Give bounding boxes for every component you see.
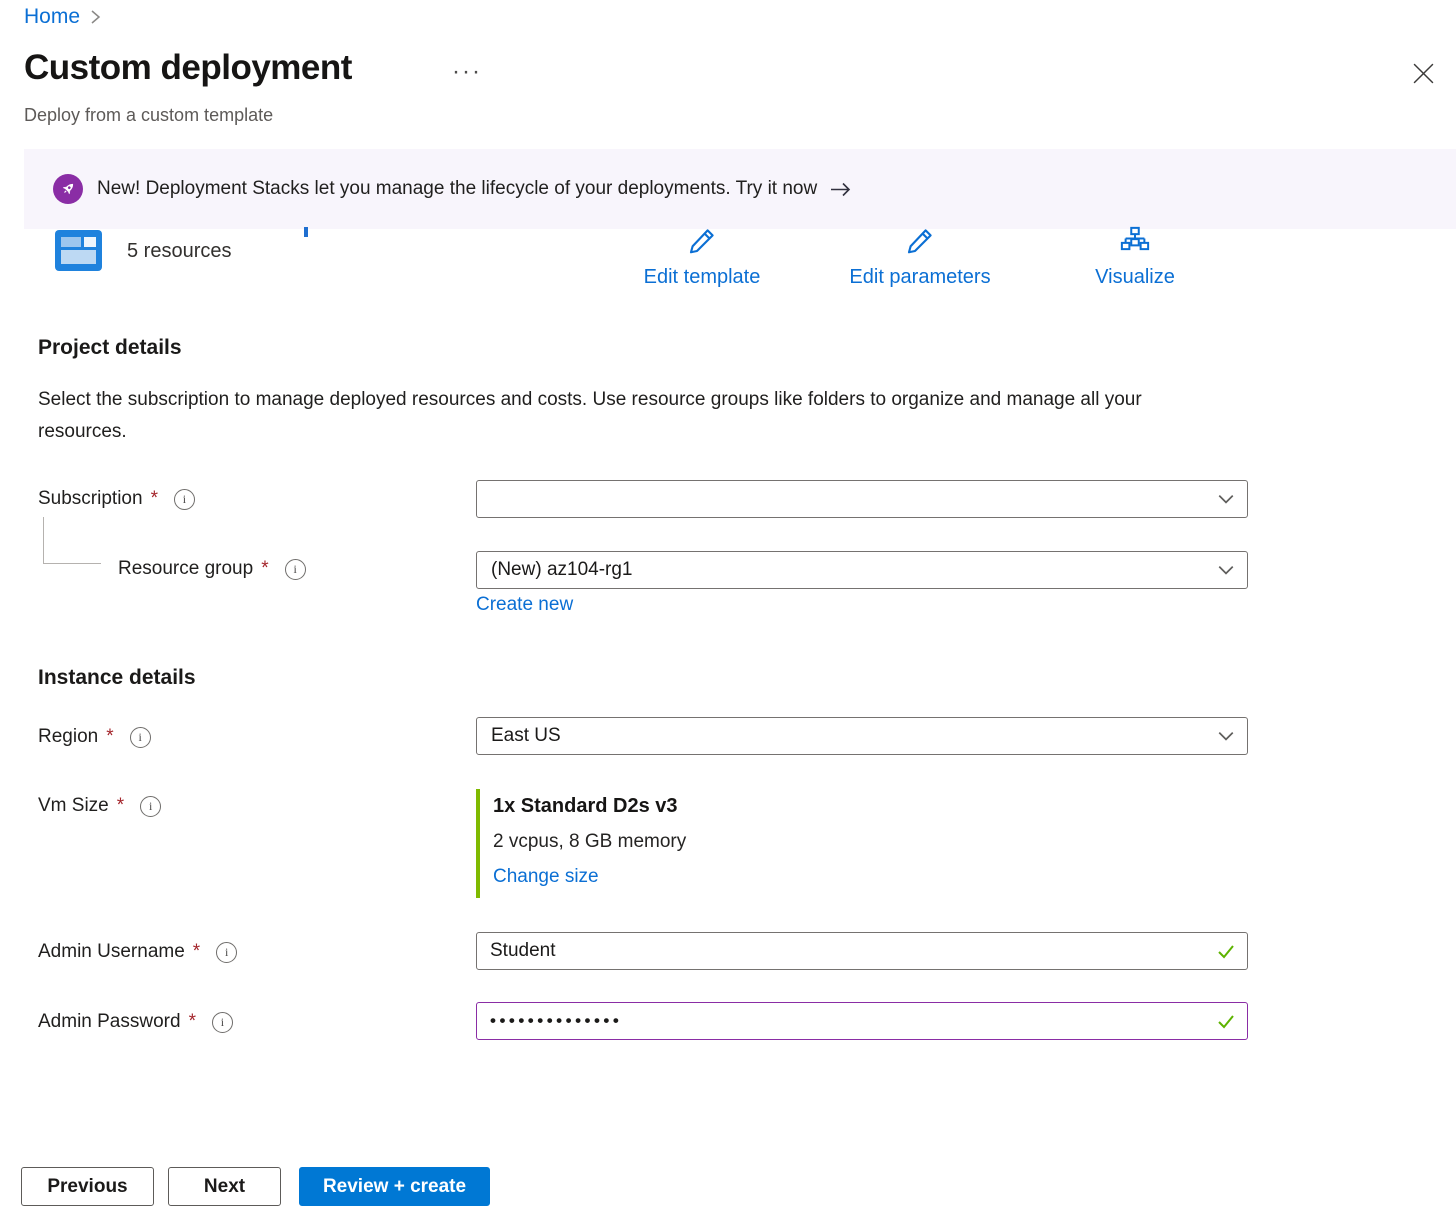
pencil-icon [905,226,935,261]
edit-parameters-button[interactable]: Edit parameters [830,226,1010,289]
resource-group-label: Resource group * [118,558,306,580]
admin-username-label: Admin Username * [38,941,237,963]
info-icon[interactable] [174,489,195,510]
vm-size-selection: 1x Standard D2s v3 [493,795,686,818]
edit-parameters-label: Edit parameters [849,266,990,289]
admin-password-label: Admin Password * [38,1011,233,1033]
visualize-label: Visualize [1095,266,1175,289]
info-icon[interactable] [140,796,161,817]
required-asterisk: * [261,558,268,580]
template-icon [55,230,102,271]
pencil-icon [687,226,717,261]
review-create-button[interactable]: Review + create [299,1167,490,1206]
edit-template-label: Edit template [644,266,761,289]
info-icon[interactable] [212,1012,233,1033]
hierarchy-icon [1120,226,1150,261]
resource-group-value: (New) az104-rg1 [491,559,1217,581]
admin-password-field [476,1002,1248,1040]
info-icon[interactable] [216,942,237,963]
change-size-link[interactable]: Change size [493,866,686,888]
project-details-heading: Project details [38,336,182,360]
vm-size-specs: 2 vcpus, 8 GB memory [493,831,686,853]
valid-check-icon [1216,941,1236,961]
breadcrumb-home-link[interactable]: Home [24,5,80,29]
region-label: Region * [38,726,151,748]
context-menu-ellipsis-icon[interactable]: ··· [452,58,482,86]
required-asterisk: * [189,1011,196,1033]
visualize-button[interactable]: Visualize [1070,226,1200,289]
admin-username-input[interactable] [476,932,1248,970]
rocket-icon [53,174,83,204]
project-details-description: Select the subscription to manage deploy… [38,384,1188,448]
region-dropdown[interactable]: East US [476,717,1248,755]
info-icon[interactable] [285,559,306,580]
vm-size-summary: 1x Standard D2s v3 2 vcpus, 8 GB memory … [476,789,686,898]
breadcrumb-chevron-icon [90,9,101,25]
vm-size-label: Vm Size * [38,795,161,817]
create-new-link[interactable]: Create new [476,594,573,616]
admin-password-input[interactable] [476,1002,1248,1040]
required-asterisk: * [106,726,113,748]
next-button[interactable]: Next [168,1167,281,1206]
region-value: East US [491,725,1217,747]
resource-group-dropdown[interactable]: (New) az104-rg1 [476,551,1248,589]
arrow-right-icon [829,181,853,198]
chevron-down-icon [1217,490,1235,508]
admin-username-field [476,932,1248,970]
subscription-label: Subscription * [38,488,195,510]
previous-button[interactable]: Previous [21,1167,154,1206]
clipped-content-fragment [304,227,308,237]
footer-actions: Previous Next Review + create [21,1167,490,1206]
indent-connector-line [43,517,101,564]
instance-details-heading: Instance details [38,666,196,690]
edit-template-button[interactable]: Edit template [622,226,782,289]
required-asterisk: * [117,795,124,817]
banner-message: New! Deployment Stacks let you manage th… [97,178,817,200]
subscription-dropdown[interactable] [476,480,1248,518]
required-asterisk: * [151,488,158,510]
chevron-down-icon [1217,727,1235,745]
close-icon[interactable] [1412,62,1435,85]
resources-count: 5 resources [127,240,232,263]
deployment-stacks-banner[interactable]: New! Deployment Stacks let you manage th… [24,149,1456,229]
breadcrumb: Home [24,5,101,29]
chevron-down-icon [1217,561,1235,579]
page-subtitle: Deploy from a custom template [24,105,273,126]
valid-check-icon [1216,1011,1236,1031]
page-title: Custom deployment [24,48,352,88]
info-icon[interactable] [130,727,151,748]
required-asterisk: * [193,941,200,963]
